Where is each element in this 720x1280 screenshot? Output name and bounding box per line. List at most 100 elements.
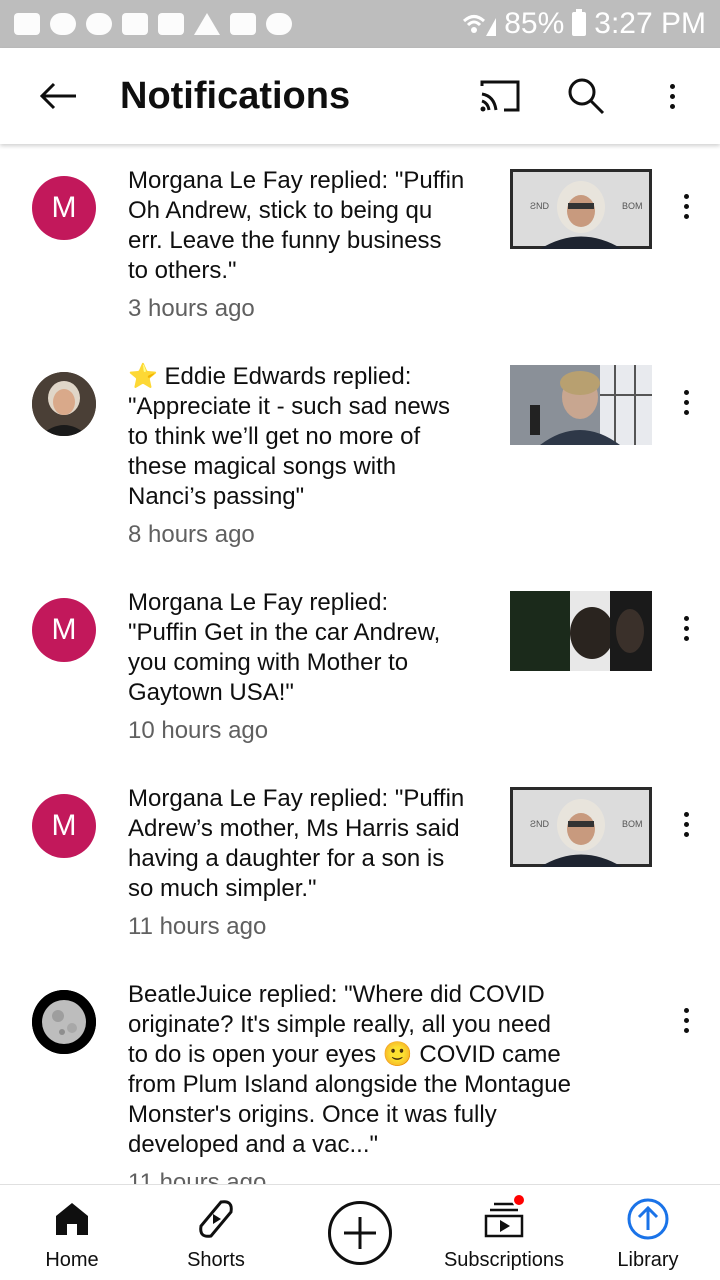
text-line: from Plum Island alongside the Montague	[128, 1071, 571, 1098]
youtube-icon	[50, 13, 76, 35]
avatar-photo	[32, 372, 96, 436]
avatar-letter: M	[51, 809, 77, 842]
notification-text: BeatleJuice replied: "Where did COVID or…	[128, 980, 648, 1184]
notification-text: Morgana Le Fay replied: "Puffin Get in t…	[128, 588, 440, 746]
text-line: so much simpler."	[128, 875, 317, 902]
text-line: developed and a vac..."	[128, 1131, 379, 1158]
item-more-button[interactable]	[666, 186, 706, 226]
battery-icon	[572, 9, 587, 36]
more-vert-icon	[683, 615, 689, 641]
wifi-signal-icon	[463, 15, 497, 36]
nav-library[interactable]: Library	[576, 1185, 720, 1280]
text-line: err. Leave the funny business	[128, 227, 442, 254]
library-upload-icon	[627, 1198, 669, 1240]
notification-time: 3 hours ago	[128, 295, 255, 322]
item-more-button[interactable]	[666, 382, 706, 422]
text-line: originate? It's simple really, all you n…	[128, 1011, 552, 1038]
text-line: ⭐ Eddie Edwards replied:	[128, 363, 412, 390]
shorts-icon	[199, 1200, 233, 1238]
search-icon	[568, 78, 605, 115]
item-more-button[interactable]	[666, 804, 706, 844]
avatar-moon-image	[32, 990, 96, 1054]
text-line: to others."	[128, 257, 237, 284]
notification-time: 8 hours ago	[128, 521, 255, 548]
crown-icon	[122, 13, 148, 35]
text-line: having a daughter for a son is	[128, 845, 445, 872]
text-line: "Appreciate it - such sad news	[128, 393, 451, 420]
nav-shorts[interactable]: Shorts	[144, 1185, 288, 1280]
video-thumbnail[interactable]	[510, 365, 652, 445]
text-line: you coming with Mother to	[128, 649, 409, 676]
notification-list: M Morgana Le Fay replied: "Puffin Oh And…	[0, 144, 720, 1184]
svg-text:ƧND: ƧND	[530, 201, 550, 211]
video-thumbnail[interactable]: ƧND BOM	[510, 787, 652, 867]
notification-text: Morgana Le Fay replied: "Puffin Oh Andre…	[128, 166, 464, 324]
clock: 3:27 PM	[594, 7, 706, 40]
avatar[interactable]: M	[32, 176, 96, 240]
cast-icon	[480, 80, 520, 112]
nav-create[interactable]	[288, 1185, 432, 1280]
text-line: Morgana Le Fay replied: "Puffin	[128, 785, 465, 812]
item-more-button[interactable]	[666, 1000, 706, 1040]
text-line: Oh Andrew, stick to being qu	[128, 197, 433, 224]
avatar[interactable]: M	[32, 598, 96, 662]
more-vert-icon	[683, 193, 689, 219]
thumbnail-image: ƧND BOM	[510, 787, 652, 867]
more-vert-icon	[683, 811, 689, 837]
nav-subscriptions[interactable]: Subscriptions	[432, 1185, 576, 1280]
back-button[interactable]	[30, 68, 86, 124]
nav-subscriptions-label: Subscriptions	[443, 1249, 565, 1271]
plus-icon	[344, 1217, 376, 1249]
status-bar: 85% 3:27 PM	[0, 0, 720, 48]
notification-time: 11 hours ago	[128, 1169, 267, 1184]
item-more-button[interactable]	[666, 608, 706, 648]
avatar[interactable]	[32, 990, 96, 1054]
video-thumbnail[interactable]: ƧND BOM	[510, 169, 652, 249]
notification-text: ⭐ Eddie Edwards replied: "Appreciate it …	[128, 362, 450, 550]
text-line: Gaytown USA!"	[128, 679, 294, 706]
overflow-menu-button[interactable]	[644, 68, 700, 124]
home-icon	[56, 1203, 88, 1235]
nav-library-label: Library	[617, 1249, 679, 1271]
app-bar: Notifications	[0, 48, 720, 144]
arrow-left-icon	[39, 82, 76, 110]
image-icon	[230, 13, 256, 35]
text-line: Nanci’s passing"	[128, 483, 305, 510]
youtube-icon-2	[266, 13, 292, 35]
new-content-badge	[512, 1193, 526, 1207]
search-button[interactable]	[558, 68, 614, 124]
text-line: Adrew’s mother, Ms Harris said	[128, 815, 460, 842]
create-button[interactable]	[328, 1201, 392, 1265]
warning-icon	[194, 13, 220, 35]
folder-icon	[158, 13, 184, 35]
svg-text:BOM: BOM	[622, 201, 643, 211]
avatar[interactable]: M	[32, 794, 96, 858]
avatar[interactable]	[32, 372, 96, 436]
svg-text:ƧND: ƧND	[530, 819, 550, 829]
bottom-navigation: Home Shorts Subscriptions Library	[0, 1184, 720, 1280]
more-vert-icon	[683, 1007, 689, 1033]
app-icon	[86, 13, 112, 35]
nav-home[interactable]: Home	[0, 1185, 144, 1280]
more-vert-icon	[669, 83, 675, 109]
status-notification-icons	[14, 13, 292, 35]
text-line: "Puffin Get in the car Andrew,	[128, 619, 441, 646]
battery-percent: 85%	[504, 7, 565, 40]
notification-text: Morgana Le Fay replied: "Puffin Adrew’s …	[128, 784, 464, 942]
text-line: Morgana Le Fay replied: "Puffin	[128, 167, 465, 194]
thumbnail-image: ƧND BOM	[510, 169, 652, 249]
text-line: to do is open your eyes 🙂 COVID came	[128, 1041, 561, 1068]
avatar-letter: M	[51, 191, 77, 224]
text-line: these magical songs with	[128, 453, 397, 480]
video-thumbnail[interactable]	[510, 591, 652, 671]
text-line: to think we’ll get no more of	[128, 423, 421, 450]
cast-button[interactable]	[472, 68, 528, 124]
text-line: Monster's origins. Once it was fully	[128, 1101, 497, 1128]
text-line: BeatleJuice replied: "Where did COVID	[128, 981, 545, 1008]
message-icon	[14, 13, 40, 35]
thumbnail-image	[510, 591, 652, 671]
more-vert-icon	[683, 389, 689, 415]
svg-text:BOM: BOM	[622, 819, 643, 829]
nav-shorts-label: Shorts	[187, 1249, 245, 1271]
text-line: Morgana Le Fay replied:	[128, 589, 389, 616]
